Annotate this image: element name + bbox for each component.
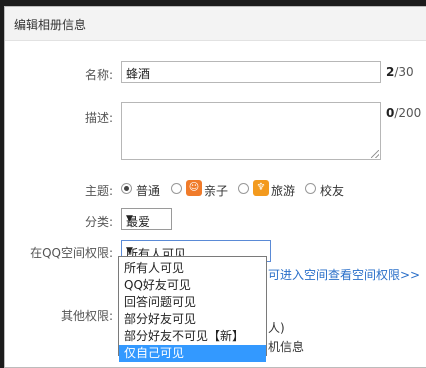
- other-permission-label: 其他权限:: [60, 309, 113, 323]
- description-label: 描述:: [84, 111, 113, 125]
- category-select[interactable]: 最爱 ▼: [121, 208, 172, 230]
- dialog-title: 编辑相册信息: [14, 18, 87, 32]
- theme-option-alumni: 校友: [320, 184, 345, 198]
- qzone-permission-dropdown: 所有人可见 QQ好友可见 回答问题可见 部分好友可见 部分好友不可见【新】 仅自…: [118, 256, 267, 362]
- baby-face-icon: ☺: [186, 180, 202, 196]
- resize-handle-icon[interactable]: [371, 150, 379, 158]
- chevron-down-icon: ▼: [126, 214, 133, 224]
- theme-label: 主题:: [84, 184, 113, 198]
- theme-radio-normal[interactable]: [121, 183, 132, 194]
- dropdown-option[interactable]: QQ好友可见: [119, 277, 266, 294]
- qzone-permission-label: 在QQ空间权限:: [30, 246, 113, 260]
- name-input[interactable]: 蜂酒: [121, 61, 381, 83]
- name-char-counter: 2/30: [386, 65, 414, 79]
- theme-radio-alumni[interactable]: [305, 183, 316, 194]
- description-textarea[interactable]: [121, 102, 381, 160]
- chevron-down-icon: ▼: [126, 246, 133, 256]
- palm-tree-icon: ♆: [253, 180, 269, 196]
- access-space-link[interactable]: 可进入空间: [268, 266, 328, 283]
- theme-radio-travel[interactable]: [238, 183, 249, 194]
- other-permission-text-1: 人): [268, 321, 285, 335]
- name-max: /30: [394, 65, 414, 79]
- theme-radio-family[interactable]: [171, 183, 182, 194]
- name-input-value: 蜂酒: [126, 67, 151, 81]
- description-max: /200: [394, 106, 422, 120]
- dialog-header: 编辑相册信息: [5, 7, 426, 41]
- dropdown-option-selected[interactable]: 仅自己可见: [119, 345, 266, 362]
- theme-option-family: 亲子: [204, 184, 229, 198]
- description-char-counter: 0/200: [386, 106, 421, 120]
- dropdown-option[interactable]: 所有人可见: [119, 260, 266, 277]
- category-label: 分类:: [84, 215, 113, 229]
- other-permission-text-2: 机信息: [268, 340, 305, 354]
- dropdown-option[interactable]: 部分好友可见: [119, 311, 266, 328]
- theme-option-normal: 普通: [136, 184, 161, 198]
- theme-option-travel: 旅游: [271, 184, 296, 198]
- name-label: 名称:: [84, 68, 113, 82]
- dropdown-option[interactable]: 部分好友不可见【新】: [119, 328, 266, 345]
- dropdown-option[interactable]: 回答问题可见: [119, 294, 266, 311]
- view-space-permission-link[interactable]: 查看空间权限>>: [328, 266, 420, 283]
